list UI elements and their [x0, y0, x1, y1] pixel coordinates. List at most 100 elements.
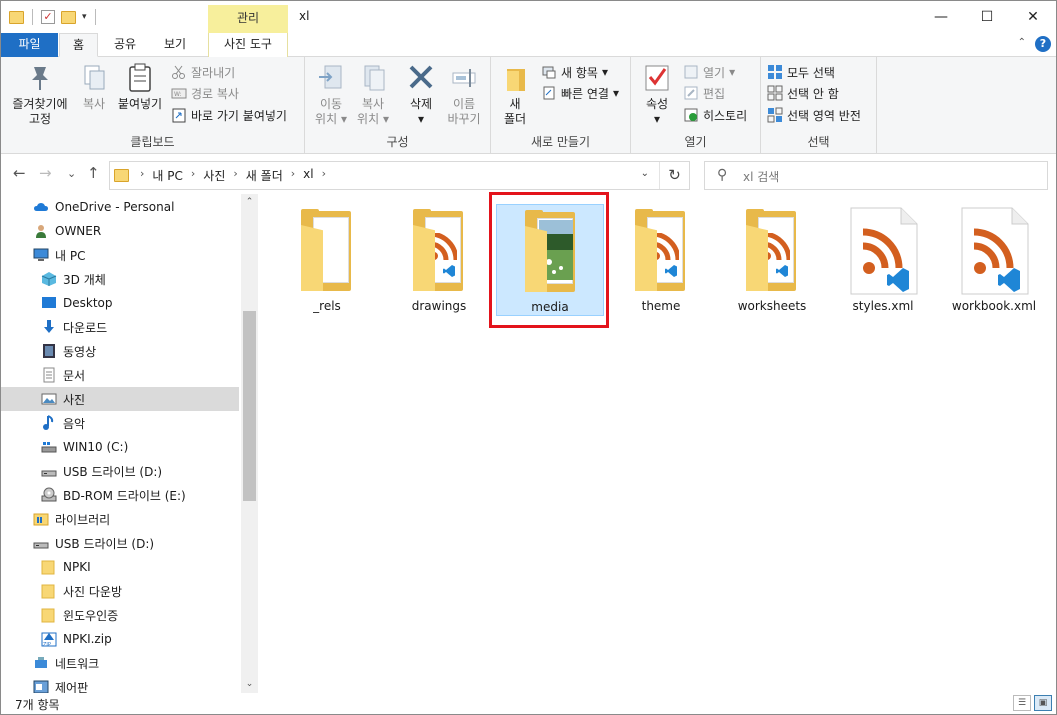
scroll-up-icon[interactable]: ⌃ — [241, 194, 258, 211]
history-button[interactable]: 히스토리 — [683, 105, 747, 125]
tab-file[interactable]: 파일 — [1, 33, 58, 57]
delete-button[interactable]: 삭제 ▾ — [401, 63, 441, 127]
breadcrumb-item[interactable]: 새 폴더 — [242, 167, 287, 184]
minimize-button[interactable]: — — [918, 1, 964, 32]
file-name: theme — [641, 299, 681, 313]
up-button[interactable]: ↑ — [87, 164, 100, 182]
breadcrumb-item[interactable]: 내 PC — [148, 167, 186, 184]
copy-icon — [80, 63, 108, 93]
nav-item[interactable]: 사진 다운방 — [1, 579, 239, 603]
folder-icon — [9, 10, 24, 24]
tab-home[interactable]: 홈 — [59, 33, 98, 57]
refresh-button[interactable]: ↻ — [659, 162, 689, 189]
breadcrumb-separator[interactable]: › — [287, 167, 299, 184]
nav-item[interactable]: Desktop — [1, 291, 239, 315]
nav-item[interactable]: 제어판 — [1, 675, 239, 693]
nav-item[interactable]: 다운로드 — [1, 315, 239, 339]
nav-item-label: 문서 — [63, 368, 86, 383]
properties-button[interactable]: 속성 ▾ — [637, 63, 677, 127]
breadcrumb-item[interactable]: xl — [299, 167, 317, 184]
paste-shortcut-button[interactable]: 바로 가기 붙여넣기 — [171, 105, 287, 125]
folder-item[interactable]: _rels — [273, 204, 381, 316]
new-item-button[interactable]: 새 항목 ▾ — [541, 62, 608, 82]
maximize-button[interactable]: ☐ — [964, 1, 1010, 32]
customize-toolbar-icon[interactable]: ▾ — [82, 12, 87, 22]
open-group: 속성 ▾ 열기 ▾ 편집 히스토리 열기 — [631, 57, 761, 154]
nav-scrollbar[interactable]: ⌃ ⌄ — [241, 194, 258, 693]
copy-button[interactable]: 복사 — [77, 63, 111, 112]
recent-locations-button[interactable]: ⌄ — [67, 167, 76, 180]
open-button[interactable]: 열기 ▾ — [683, 62, 735, 82]
copy-path-button[interactable]: W: 경로 복사 — [171, 83, 239, 103]
nav-item-label: 다운로드 — [63, 320, 108, 335]
organize-group: 이동 위치 ▾ 복사 위치 ▾ 삭제 ▾ 이름 바꾸기 구성 — [305, 57, 491, 154]
nav-item[interactable]: NPKI — [1, 555, 239, 579]
forward-button[interactable]: → — [39, 164, 52, 182]
nav-item[interactable]: 3D 개체 — [1, 267, 239, 291]
details-view-icon[interactable]: ☰ — [1013, 695, 1031, 711]
move-to-button[interactable]: 이동 위치 ▾ — [311, 63, 351, 127]
chevron-down-icon: ▾ — [612, 86, 620, 100]
select-none-button[interactable]: 선택 안 함 — [767, 83, 839, 103]
breadcrumb-separator[interactable]: › — [187, 167, 199, 184]
rename-button[interactable]: 이름 바꾸기 — [443, 63, 485, 127]
address-bar[interactable]: › 내 PC › 사진 › 새 폴더 › xl › ⌄ ↻ — [109, 161, 690, 190]
select-all-button[interactable]: 모두 선택 — [767, 62, 835, 82]
nav-item[interactable]: 내 PC — [1, 243, 239, 267]
folder-icon — [41, 583, 57, 599]
properties-quick-icon[interactable]: ✓ — [41, 10, 55, 24]
pin-to-quick-access-button[interactable]: 즐겨찾기에 고정 — [5, 63, 75, 127]
tab-share[interactable]: 공유 — [105, 33, 145, 57]
folder-item[interactable]: theme — [607, 204, 715, 316]
nav-item[interactable]: 네트워크 — [1, 651, 239, 675]
nav-item[interactable]: WIN10 (C:) — [1, 435, 239, 459]
nav-item[interactable]: USB 드라이브 (D:) — [1, 459, 239, 483]
chevron-down-icon[interactable]: ⌄ — [641, 168, 649, 179]
easy-access-button[interactable]: 빠른 연결 ▾ — [541, 83, 619, 103]
breadcrumb-item[interactable]: 사진 — [199, 167, 229, 184]
folder-item[interactable]: worksheets — [718, 204, 826, 316]
folder-item[interactable]: drawings — [385, 204, 493, 316]
chevron-up-icon[interactable]: ⌃ — [1018, 37, 1026, 48]
breadcrumb-separator[interactable]: › — [229, 167, 241, 184]
paste-button[interactable]: 붙여넣기 — [114, 63, 166, 112]
tab-picture-tools[interactable]: 사진 도구 — [208, 33, 288, 57]
help-icon[interactable]: ? — [1035, 36, 1051, 52]
file-item[interactable]: styles.xml — [829, 204, 937, 316]
nav-item[interactable]: 라이브러리 — [1, 507, 239, 531]
new-folder-button[interactable]: 새 폴더 — [497, 63, 533, 127]
nav-item[interactable]: 음악 — [1, 411, 239, 435]
nav-item-label: 네트워크 — [55, 656, 100, 671]
nav-item[interactable]: OWNER — [1, 219, 239, 243]
select-group-label: 선택 — [807, 135, 830, 149]
cut-button[interactable]: 잘라내기 — [171, 62, 235, 82]
folder-item[interactable]: media — [496, 204, 604, 316]
breadcrumb-separator[interactable]: › — [318, 167, 330, 184]
nav-item[interactable]: OneDrive - Personal — [1, 195, 239, 219]
scroll-thumb[interactable] — [243, 311, 256, 501]
nav-item[interactable]: 동영상 — [1, 339, 239, 363]
large-icons-view-icon[interactable]: ▣ — [1034, 695, 1052, 711]
nav-item[interactable]: ZIP NPKI.zip — [1, 627, 239, 651]
scroll-down-icon[interactable]: ⌄ — [241, 676, 258, 693]
nav-item-label: NPKI — [63, 560, 91, 574]
back-button[interactable]: ← — [13, 164, 26, 182]
pin-icon — [26, 63, 54, 93]
nav-item-label: 사진 — [63, 392, 86, 407]
nav-item[interactable]: 사진 — [1, 387, 239, 411]
nav-item[interactable]: 문서 — [1, 363, 239, 387]
search-box[interactable]: ⚲ xl 검색 — [704, 161, 1048, 190]
nav-item[interactable]: 윈도우인증 — [1, 603, 239, 627]
file-item[interactable]: workbook.xml — [940, 204, 1048, 316]
search-icon: ⚲ — [717, 167, 728, 183]
manage-context-tab[interactable]: 관리 — [208, 5, 288, 33]
edit-button[interactable]: 편집 — [683, 83, 725, 103]
new-folder-quick-icon[interactable] — [61, 10, 76, 24]
delete-x-icon — [407, 63, 435, 93]
tab-view[interactable]: 보기 — [153, 33, 197, 57]
invert-selection-button[interactable]: 선택 영역 반전 — [767, 105, 861, 125]
nav-item[interactable]: BD-ROM 드라이브 (E:) — [1, 483, 239, 507]
close-button[interactable]: ✕ — [1010, 1, 1056, 32]
nav-item[interactable]: USB 드라이브 (D:) — [1, 531, 239, 555]
copy-to-button[interactable]: 복사 위치 ▾ — [353, 63, 393, 127]
